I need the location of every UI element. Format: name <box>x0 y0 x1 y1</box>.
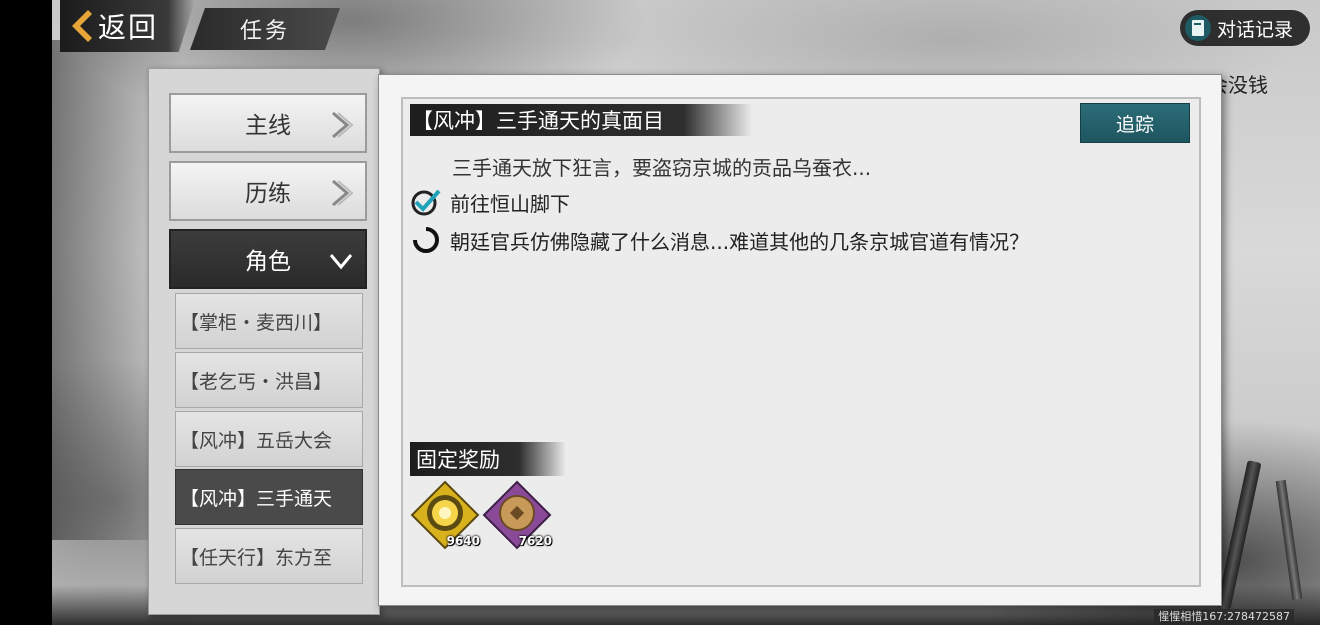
quest-list-item[interactable]: 【风冲】五岳大会 <box>175 411 363 467</box>
dialog-log-button[interactable]: 对话记录 <box>1180 10 1310 46</box>
chevron-right-icon <box>332 179 354 207</box>
quest-list-item-selected[interactable]: 【风冲】三手通天 <box>175 469 363 525</box>
category-label: 主线 <box>245 113 291 139</box>
quest-title: 【风冲】三手通天的真面目 <box>410 104 752 136</box>
progress-ring-icon <box>413 227 439 253</box>
category-panel: 主线 历练 角色 【掌柜・麦西川】 【老乞丐・洪昌】 【风冲】五岳大会 【风冲】… <box>148 68 380 615</box>
reward-section-title: 固定奖励 <box>410 442 566 476</box>
book-icon <box>1185 15 1211 41</box>
back-button[interactable]: 返回 <box>60 0 195 52</box>
category-main-story[interactable]: 主线 <box>169 93 367 153</box>
page-title-label: 任务 <box>239 19 290 44</box>
check-icon <box>411 189 441 216</box>
category-character[interactable]: 角色 <box>169 229 367 289</box>
reward-item[interactable]: 7620 <box>482 480 552 550</box>
back-label: 返回 <box>98 11 159 44</box>
chevron-right-icon <box>332 111 354 139</box>
category-label: 角色 <box>245 249 291 275</box>
chevron-down-icon <box>329 254 353 270</box>
player-id-footer: 惺惺相惜167:278472587 <box>1154 609 1294 625</box>
reward-count: 7620 <box>518 534 552 548</box>
back-arrow-icon <box>72 10 92 42</box>
page-title: 任务 <box>190 8 340 50</box>
quest-list-item[interactable]: 【掌柜・麦西川】 <box>175 293 363 349</box>
objective-text: 前往恒山脚下 <box>450 191 570 216</box>
category-training[interactable]: 历练 <box>169 161 367 221</box>
reward-count: 9640 <box>446 534 480 548</box>
reward-item[interactable]: 9640 <box>410 480 480 550</box>
objective-item: 朝廷官兵仿佛隐藏了什么消息...难道其他的几条京城官道有情况？ <box>410 224 1029 256</box>
quest-list-item[interactable]: 【任天行】东方至 <box>175 528 363 584</box>
sword-decoration <box>1275 479 1303 601</box>
track-button[interactable]: 追踪 <box>1080 103 1190 143</box>
dialog-log-label: 对话记录 <box>1217 18 1294 41</box>
quest-description: 三手通天放下狂言，要盗窃京城的贡品乌蚕衣... <box>452 156 872 180</box>
objective-text: 朝廷官兵仿佛隐藏了什么消息...难道其他的几条京城官道有情况？ <box>450 229 1030 254</box>
quest-list-item[interactable]: 【老乞丐・洪昌】 <box>175 352 363 408</box>
objective-item: 前往恒山脚下 <box>410 186 570 218</box>
category-label: 历练 <box>245 181 291 207</box>
